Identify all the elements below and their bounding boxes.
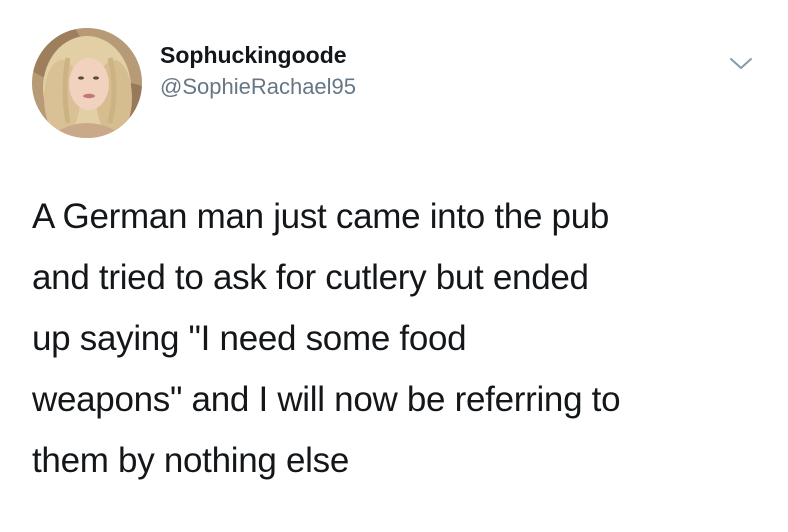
user-handle[interactable]: @SophieRachael95 bbox=[160, 72, 660, 102]
chevron-down-icon[interactable] bbox=[728, 56, 754, 72]
tweet-text-line: A German man just came into the pub bbox=[32, 197, 610, 236]
tweet-text: A German man just came into the pub and … bbox=[32, 186, 772, 491]
avatar[interactable] bbox=[32, 28, 142, 138]
tweet-text-line: and tried to ask for cutlery but ended bbox=[32, 258, 589, 297]
tweet-text-line: them by nothing else bbox=[32, 441, 349, 480]
tweet-text-line: up saying "I need some food bbox=[32, 319, 467, 358]
tweet-text-line: weapons" and I will now be referring to bbox=[32, 380, 621, 419]
tweet-author[interactable]: Sophuckingoode @SophieRachael95 bbox=[160, 40, 660, 102]
profile-photo-icon bbox=[32, 28, 142, 138]
display-name[interactable]: Sophuckingoode bbox=[160, 40, 660, 70]
tweet-card: Sophuckingoode @SophieRachael95 A German… bbox=[0, 0, 788, 532]
